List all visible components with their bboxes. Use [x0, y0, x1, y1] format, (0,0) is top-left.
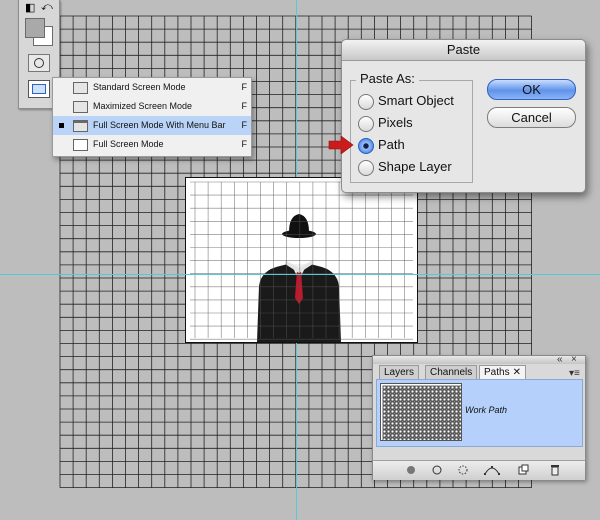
- full-screen-menu-icon: [73, 120, 88, 132]
- path-thumbnail: [380, 383, 462, 441]
- radio-label-path[interactable]: Path: [378, 137, 405, 153]
- swap-colors-icon[interactable]: ⤺: [41, 2, 53, 13]
- full-screen-icon: [73, 139, 88, 151]
- foreground-color-swatch[interactable]: [25, 18, 45, 38]
- ok-button[interactable]: OK: [487, 79, 576, 100]
- path-row-work-path[interactable]: Work Path: [376, 379, 583, 447]
- paste-dialog: Paste Paste As: Smart Object Pixels Path…: [341, 39, 586, 193]
- radio-label-smart-object[interactable]: Smart Object: [378, 93, 454, 109]
- menu-item-shortcut: F: [241, 82, 248, 92]
- horizontal-guide[interactable]: [0, 274, 600, 275]
- menu-item-standard-screen-mode[interactable]: Standard Screen Mode F: [53, 78, 251, 97]
- panel-menu-icon[interactable]: ▾≡: [569, 369, 580, 379]
- collapse-panel-icon[interactable]: «: [557, 355, 563, 365]
- paths-panel-toolbar: [373, 460, 585, 480]
- dialog-title: Paste: [342, 40, 585, 61]
- radio-smart-object[interactable]: [358, 94, 374, 110]
- red-arrow-icon: [328, 136, 354, 154]
- radio-shape-layer[interactable]: [358, 160, 374, 176]
- tab-channels[interactable]: Channels: [425, 365, 478, 380]
- delete-path-icon[interactable]: [549, 464, 561, 476]
- menu-item-shortcut: F: [241, 120, 248, 130]
- stroke-path-icon[interactable]: [431, 464, 443, 476]
- new-path-icon[interactable]: [517, 464, 529, 476]
- menu-item-full-screen-mode[interactable]: Full Screen Mode F: [53, 135, 251, 154]
- fill-path-icon[interactable]: [405, 464, 417, 476]
- panel-title-bar[interactable]: [373, 356, 585, 364]
- radio-pixels[interactable]: [358, 116, 374, 132]
- radio-label-shape-layer[interactable]: Shape Layer: [378, 159, 452, 175]
- paths-panel: « × Layers Channels Paths ✕ ▾≡ Work Path: [372, 355, 586, 480]
- menu-item-label: Maximized Screen Mode: [93, 101, 193, 111]
- menu-item-shortcut: F: [241, 101, 248, 111]
- quick-mask-icon[interactable]: [28, 54, 50, 72]
- menu-item-full-screen-mode-with-menu-bar[interactable]: Full Screen Mode With Menu Bar F: [53, 116, 251, 135]
- document-canvas[interactable]: [185, 177, 418, 343]
- maximized-screen-icon: [73, 101, 88, 113]
- menu-item-label: Full Screen Mode: [93, 139, 164, 149]
- menu-item-shortcut: F: [241, 139, 248, 149]
- load-selection-icon[interactable]: [457, 464, 469, 476]
- close-tab-icon[interactable]: ✕: [513, 367, 521, 378]
- default-colors-icon[interactable]: ◧: [25, 3, 35, 14]
- radio-path[interactable]: [358, 138, 374, 154]
- bowler-hat-figure-image: [190, 181, 413, 342]
- selected-bullet-icon: [59, 123, 64, 128]
- radio-label-pixels[interactable]: Pixels: [378, 115, 413, 131]
- menu-item-label: Standard Screen Mode: [93, 82, 186, 92]
- tab-paths[interactable]: Paths ✕: [479, 365, 526, 380]
- standard-screen-icon: [73, 82, 88, 94]
- menu-item-label: Full Screen Mode With Menu Bar: [93, 120, 226, 130]
- paste-as-label: Paste As:: [356, 71, 419, 87]
- close-panel-icon[interactable]: ×: [571, 355, 577, 365]
- cancel-button[interactable]: Cancel: [487, 107, 576, 128]
- menu-item-maximized-screen-mode[interactable]: Maximized Screen Mode F: [53, 97, 251, 116]
- make-work-path-icon[interactable]: [483, 464, 501, 476]
- path-name: Work Path: [465, 405, 508, 415]
- screen-mode-menu: Standard Screen Mode F Maximized Screen …: [52, 77, 252, 157]
- tab-paths-label: Paths: [484, 367, 510, 378]
- tab-layers[interactable]: Layers: [379, 365, 420, 380]
- screen-mode-icon[interactable]: [28, 80, 50, 98]
